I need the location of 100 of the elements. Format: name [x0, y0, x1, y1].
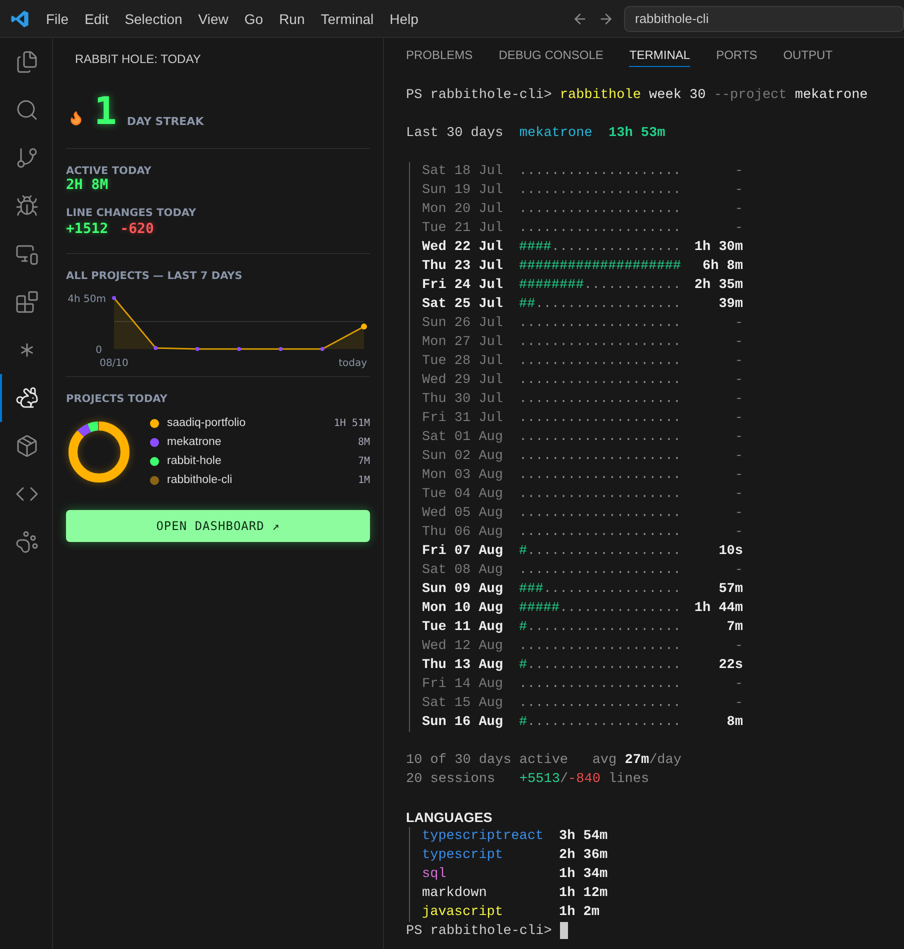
bar-text: .................... — [519, 638, 681, 656]
bar-text: ###................. — [519, 581, 681, 599]
language-name: javascript — [422, 904, 504, 922]
language-name: sql — [422, 866, 448, 884]
day-date: Mon 03 Aug — [422, 467, 504, 485]
project-time: 1M — [358, 474, 370, 486]
day-date: Thu 06 Aug — [422, 524, 504, 542]
day-date: Thu 13 Aug — [422, 657, 504, 675]
day-duration: - — [734, 353, 743, 371]
bar-text: .................... — [519, 429, 681, 447]
day-date: Sun 26 Jul — [422, 315, 504, 333]
day-duration: 7m — [726, 619, 743, 637]
app-logo-icon[interactable] — [10, 8, 30, 28]
menu-item[interactable]: Selection — [116, 10, 190, 26]
bar-text: #................... — [519, 657, 681, 675]
day-duration: - — [734, 220, 743, 238]
command-token: mekatrone — [794, 87, 868, 105]
sidebar-title: RABBIT HOLE: TODAY — [74, 51, 202, 68]
bar-text: #................... — [519, 619, 681, 637]
axis-label: 08/10 — [100, 358, 128, 369]
bar-text: .................... — [519, 201, 681, 219]
menu-item[interactable]: Terminal — [312, 10, 382, 26]
section-title: LANGUAGES — [406, 809, 492, 827]
day-duration: - — [734, 676, 743, 694]
bar-text: .................... — [519, 182, 681, 200]
day-date: Sun 19 Jul — [422, 182, 504, 200]
day-date: Fri 31 Jul — [422, 410, 504, 428]
day-duration: - — [734, 695, 743, 713]
day-date: Tue 21 Jul — [422, 220, 504, 238]
day-duration: - — [734, 524, 743, 542]
language-name: typescriptreact — [422, 828, 545, 846]
panel-tab[interactable]: PROBLEMS — [406, 48, 473, 67]
day-duration: - — [734, 182, 743, 200]
day-date: Sun 02 Aug — [422, 448, 504, 466]
day-duration: - — [734, 486, 743, 504]
panel-tab[interactable]: PORTS — [716, 48, 758, 67]
panel-tab[interactable]: DEBUG CONSOLE — [498, 48, 604, 67]
panel-tab[interactable]: OUTPUT — [783, 48, 833, 67]
menu-item[interactable]: Go — [236, 10, 272, 26]
day-date: Wed 29 Jul — [422, 372, 504, 390]
search-field[interactable]: rabbithole-cli — [624, 6, 904, 32]
menu-item[interactable]: File — [38, 10, 77, 26]
day-date: Mon 20 Jul — [422, 201, 504, 219]
axis-label: today — [338, 358, 367, 369]
bar-text: #................... — [519, 714, 681, 732]
project-name: rabbithole-cli — [167, 474, 234, 486]
day-duration: - — [734, 372, 743, 390]
day-duration: - — [734, 467, 743, 485]
open-dashboard-button[interactable]: OPEN DASHBOARD ↗ — [66, 510, 370, 542]
day-duration: - — [734, 429, 743, 447]
day-duration: 22s — [718, 657, 743, 675]
bar-text: #################### — [519, 258, 681, 276]
day-date: Wed 05 Aug — [422, 505, 504, 523]
command-token: --project — [714, 87, 787, 105]
lines-removed: -620 — [120, 221, 154, 237]
day-date: Mon 27 Jul — [422, 334, 504, 352]
bar-text: .................... — [519, 391, 681, 409]
day-duration: - — [734, 410, 743, 428]
language-name: typescript — [422, 847, 504, 865]
day-duration: - — [734, 391, 743, 409]
day-duration: - — [734, 505, 743, 523]
day-date: Fri 07 Aug — [422, 543, 504, 561]
bar-text: .................... — [519, 220, 681, 238]
bar-text: .................... — [519, 524, 681, 542]
stat-label: LINE CHANGES TODAY — [66, 207, 198, 219]
day-date: Sat 25 Jul — [422, 296, 504, 314]
day-date: Thu 23 Jul — [422, 258, 504, 276]
panel-tab[interactable]: TERMINAL — [629, 48, 690, 67]
bar-text: #####............... — [519, 600, 681, 618]
day-date: Fri 14 Aug — [422, 676, 504, 694]
day-duration: 6h 8m — [701, 258, 743, 276]
day-duration: 1h 44m — [693, 600, 743, 618]
summary-label: Last 30 days — [406, 125, 504, 143]
day-date: Tue 11 Aug — [422, 619, 504, 637]
day-date: Fri 24 Jul — [422, 277, 504, 295]
day-duration: 8m — [726, 714, 743, 732]
bar-text: ##.................. — [519, 296, 681, 314]
day-date: Sat 18 Jul — [422, 163, 504, 181]
streak-label: DAY STREAK — [126, 115, 204, 130]
day-date: Wed 22 Jul — [422, 239, 504, 257]
day-duration: 57m — [718, 581, 743, 599]
day-duration: - — [734, 638, 743, 656]
day-duration: - — [734, 334, 743, 352]
project-time: 8M — [358, 436, 370, 448]
command-token: week 30 — [649, 87, 706, 105]
bar-text: .................... — [519, 372, 681, 390]
prompt: PS rabbithole-cli> — [406, 923, 552, 941]
day-duration: - — [734, 562, 743, 580]
project-time: 7M — [358, 456, 370, 466]
menu-item[interactable]: Edit — [76, 10, 117, 26]
menu-item[interactable]: View — [190, 10, 236, 26]
stats-line: 20 sessions +5513/-840 lines — [406, 771, 650, 789]
menu-item[interactable]: Help — [382, 10, 426, 26]
language-time: 2h 36m — [559, 847, 608, 865]
project-name: mekatrone — [167, 436, 222, 448]
day-date: Sat 15 Aug — [422, 695, 504, 713]
stats-line: 10 of 30 days active avg 27m/day — [406, 752, 682, 770]
day-date: Tue 28 Jul — [422, 353, 504, 371]
menu-item[interactable]: Run — [271, 10, 313, 26]
bar-text: .................... — [519, 562, 681, 580]
